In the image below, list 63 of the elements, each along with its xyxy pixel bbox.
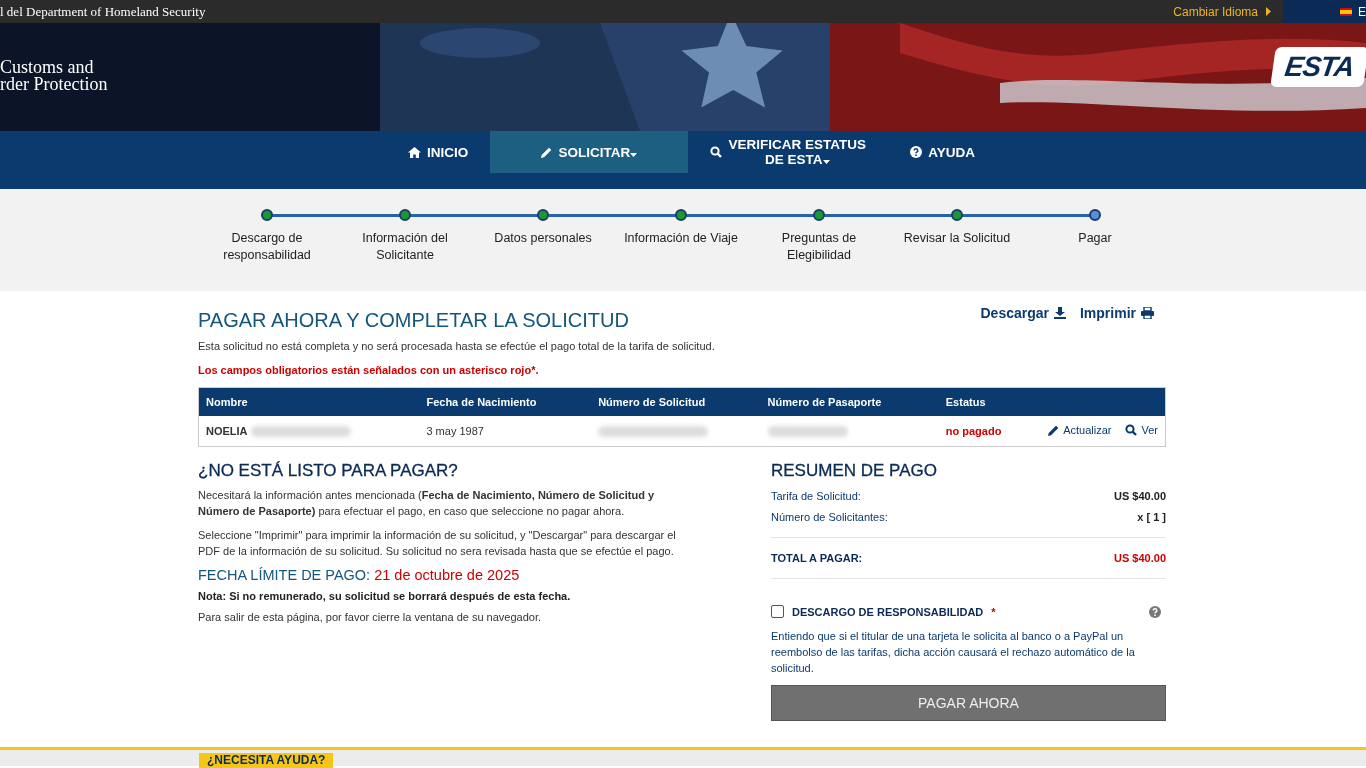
disclaimer-text: Entiendo que si el titular de una tarjeta le solicita al banco o a PayPal un reembolso de las tarifas, dicha acción causará el rechazo automático de la solicitud. — [771, 629, 1136, 676]
pay-now-button[interactable]: PAGAR AHORA — [771, 685, 1166, 721]
intro-text: Esta solicitud no está completa y no será procesada hasta se efectúe el pago total de la tarifa de solicitud. — [198, 340, 716, 352]
total-value: US $40.00 — [1114, 552, 1166, 564]
deadline-label: FECHA LÍMITE DE PAGO: — [198, 567, 371, 583]
total-label: TOTAL A PAGAR: — [771, 552, 863, 564]
applicant-name: NOELIA — [206, 424, 248, 437]
language-link[interactable]: Cambiar Idioma — [1173, 4, 1283, 19]
summary-value: x [ 1 ] — [1137, 511, 1166, 523]
step-label: Revisar la Solicitud — [902, 230, 1012, 247]
status-cell: no pagado — [938, 416, 1042, 447]
column-header: Estatus — [938, 387, 1042, 416]
download-link[interactable]: Descargar — [980, 305, 1066, 321]
step-label: Preguntas de Elegibilidad — [780, 230, 858, 264]
agency-name: l del Department of Homeland Security — [0, 3, 207, 20]
step-label: Información del Solicitante — [361, 230, 449, 264]
help-tab[interactable]: ¿NECESITA AYUDA? — [199, 753, 334, 768]
print-icon — [1141, 307, 1154, 319]
esta-logo[interactable]: ESTA — [1270, 47, 1366, 87]
column-header: Nombre — [198, 387, 420, 416]
step-label: Descargo de responsabilidad — [222, 230, 312, 264]
checkbox[interactable] — [771, 605, 784, 618]
nav-item[interactable]: AYUDA — [888, 131, 998, 173]
summary-label: Número de Solicitantes: — [771, 511, 888, 523]
download-icon — [1054, 307, 1066, 319]
flag-icon[interactable] — [1340, 6, 1352, 17]
home-icon — [408, 146, 421, 158]
page-title: PAGAR AHORA Y COMPLETAR LA SOLICITUD — [198, 309, 629, 332]
deadline-date: 21 de octubre de 2025 — [374, 567, 520, 583]
info-paragraph: Necesitará la información antes mencionada (Fecha de Nacimiento, Número de Solicitud y Número de Pasaporte) para efectuar el pago, en caso que seleccione no pagar ahora. — [198, 488, 656, 519]
exit-note: Para salir de esta página, por favor cierre la ventana de su navegador. — [198, 611, 543, 623]
required-note: Los campos obligatorios están señalados con un asterisco rojo*. — [198, 364, 540, 376]
pencil-icon — [1048, 424, 1060, 436]
search-icon — [710, 146, 723, 158]
nav-item[interactable]: VERIFICAR ESTATUS DE ESTA — [688, 131, 889, 173]
section-title: RESUMEN DE PAGO — [771, 461, 938, 481]
language-code[interactable]: E — [1358, 4, 1366, 19]
summary-label: Tarifa de Solicitud: — [771, 490, 861, 502]
summary-value: US $40.00 — [1114, 490, 1166, 502]
nav-item[interactable]: INICIO — [386, 131, 491, 173]
nav-item[interactable]: SOLICITAR — [490, 131, 689, 173]
agency-title: Customs and — [0, 59, 95, 76]
info-paragraph: Seleccione "Imprimir" para imprimir la información de su solicitud, y "Descargar" para descargar el PDF de la información de su solicitud. Su solicitud no sera revisada hasta que se efectúe el pago. — [198, 528, 677, 559]
column-header: Número de Pasaporte — [760, 387, 939, 416]
update-link[interactable]: Actualizar — [1048, 424, 1112, 437]
deadline-note: Nota: Si no remunerado, su solicitud se borrará después de esta fecha. — [198, 590, 572, 602]
pencil-icon — [541, 146, 553, 158]
step-label: Pagar — [1077, 230, 1113, 247]
disclaimer-label: DESCARGO DE RESPONSABILIDAD — [792, 605, 984, 618]
agency-title: rder Protection — [0, 76, 108, 93]
print-link[interactable]: Imprimir — [1080, 305, 1154, 321]
step-label: Datos personales — [493, 230, 593, 247]
column-header: Fecha de Nacimiento — [419, 387, 592, 416]
section-title: ¿NO ESTÁ LISTO PARA PAGAR? — [198, 461, 459, 481]
search-icon — [1125, 424, 1138, 436]
step-label: Información de Viaje — [623, 230, 739, 247]
view-link[interactable]: Ver — [1125, 424, 1158, 436]
help-icon — [910, 146, 923, 158]
table-cell: 3 may 1987 — [419, 416, 592, 447]
caret-right-icon — [1266, 7, 1271, 16]
required-mark: * — [991, 605, 996, 618]
column-header: Número de Solicitud — [591, 387, 761, 416]
help-icon[interactable] — [1149, 605, 1161, 618]
